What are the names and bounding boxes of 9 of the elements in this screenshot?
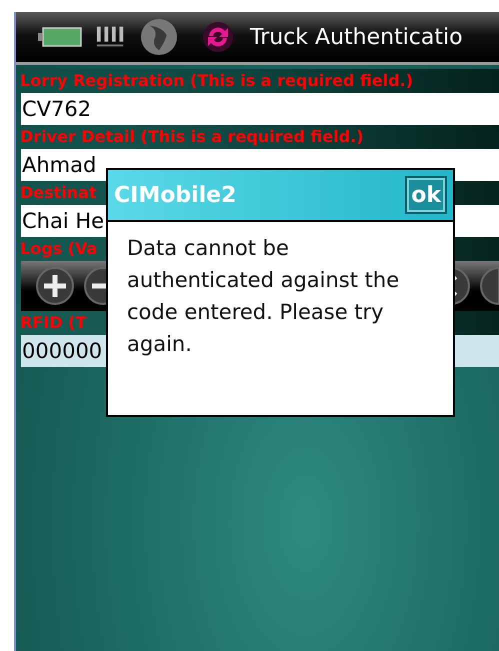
dialog-message: Data cannot be authenticated against the code entered. Please try again. [127,235,400,358]
input-field[interactable]: CV762 [21,93,499,125]
window-title: Truck Authenticatio [250,24,463,50]
sync-icon [202,21,234,53]
ok-button[interactable]: ok [405,176,447,214]
battery-icon [38,27,82,47]
add-icon[interactable] [35,266,75,306]
dialog-title: CIMobile2 [114,182,236,208]
globe-icon [140,18,178,56]
